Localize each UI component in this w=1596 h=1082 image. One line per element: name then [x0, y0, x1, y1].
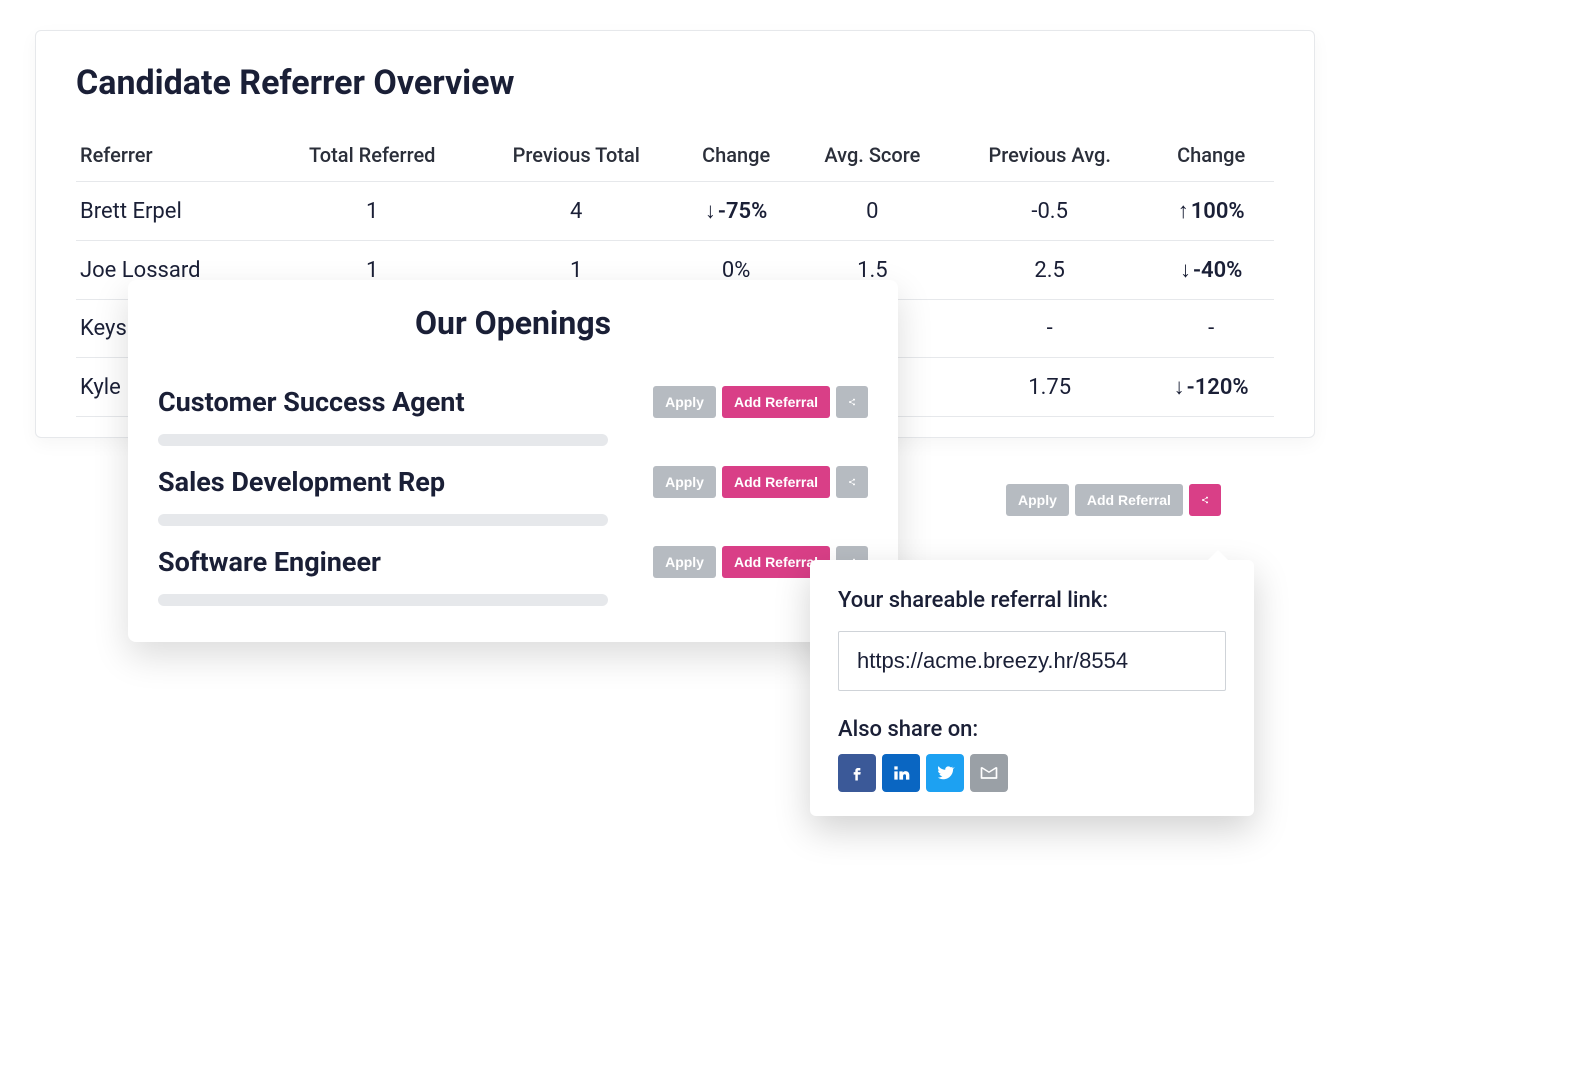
arrow-down-icon: ↓ — [1180, 257, 1191, 283]
col-referrer: Referrer — [76, 133, 270, 182]
share-icon — [848, 475, 856, 489]
share-link-popover: Your shareable referral link: Also share… — [810, 560, 1254, 816]
overview-title: Candidate Referrer Overview — [76, 63, 1274, 103]
linkedin-icon — [891, 763, 911, 783]
change-cell: ↑100% — [1148, 182, 1274, 241]
change-cell: ↓-40% — [1148, 241, 1274, 300]
table-cell: -0.5 — [951, 182, 1148, 241]
col-change-1: Change — [679, 133, 794, 182]
openings-title: Our Openings — [158, 304, 868, 342]
opening-name: Sales Development Rep — [158, 466, 445, 498]
arrow-up-icon: ↑ — [1178, 198, 1189, 224]
share-button[interactable] — [836, 466, 868, 498]
col-previous-avg: Previous Avg. — [951, 133, 1148, 182]
email-share-button[interactable] — [970, 754, 1008, 792]
add-referral-button[interactable]: Add Referral — [722, 386, 830, 418]
share-link-heading: Your shareable referral link: — [838, 588, 1226, 613]
opening-item: Software EngineerApplyAdd Referral — [158, 526, 868, 606]
opening-placeholder-bar — [158, 514, 608, 526]
table-row: Brett Erpel14↓-75%0-0.5↑100% — [76, 182, 1274, 241]
floating-actions: Apply Add Referral — [1006, 484, 1221, 516]
referral-link-input[interactable] — [838, 631, 1226, 691]
twitter-icon — [935, 763, 955, 783]
apply-button[interactable]: Apply — [653, 386, 716, 418]
opening-row: Sales Development Rep ApplyAdd Referral — [158, 446, 868, 498]
table-cell: 2.5 — [951, 241, 1148, 300]
table-cell: - — [951, 300, 1148, 358]
opening-name: Customer Success Agent — [158, 386, 465, 418]
table-cell: Brett Erpel — [76, 182, 270, 241]
share-icon — [848, 395, 856, 409]
apply-button[interactable]: Apply — [653, 466, 716, 498]
add-referral-button[interactable]: Add Referral — [1075, 484, 1183, 516]
linkedin-share-button[interactable] — [882, 754, 920, 792]
opening-row: Customer Success Agent ApplyAdd Referral — [158, 366, 868, 418]
table-cell: 4 — [474, 182, 679, 241]
twitter-share-button[interactable] — [926, 754, 964, 792]
col-previous-total: Previous Total — [474, 133, 679, 182]
facebook-icon — [847, 763, 867, 783]
also-share-label: Also share on: — [838, 717, 1226, 742]
our-openings-card: Our Openings Customer Success Agent Apply… — [128, 280, 898, 642]
arrow-down-icon: ↓ — [1174, 374, 1185, 400]
opening-placeholder-bar — [158, 594, 608, 606]
share-icon — [1201, 492, 1209, 508]
email-icon — [979, 763, 999, 783]
col-avg-score: Avg. Score — [794, 133, 951, 182]
arrow-down-icon: ↓ — [705, 198, 716, 224]
facebook-share-button[interactable] — [838, 754, 876, 792]
opening-name: Software Engineer — [158, 546, 381, 578]
apply-button[interactable]: Apply — [653, 546, 716, 578]
table-cell: 1 — [270, 182, 473, 241]
table-cell: 0 — [794, 182, 951, 241]
change-cell: ↓-75% — [679, 182, 794, 241]
opening-row: Software EngineerApplyAdd Referral — [158, 526, 868, 578]
change-cell: - — [1148, 300, 1274, 358]
opening-actions: ApplyAdd Referral — [653, 386, 868, 418]
opening-actions: ApplyAdd Referral — [653, 466, 868, 498]
social-share-row — [838, 754, 1226, 792]
share-button[interactable] — [836, 386, 868, 418]
table-cell: 1.75 — [951, 358, 1148, 417]
opening-item: Sales Development Rep ApplyAdd Referral — [158, 446, 868, 526]
share-button-active[interactable] — [1189, 484, 1221, 516]
table-header-row: Referrer Total Referred Previous Total C… — [76, 133, 1274, 182]
col-total-referred: Total Referred — [270, 133, 473, 182]
change-cell: ↓-120% — [1148, 358, 1274, 417]
apply-button[interactable]: Apply — [1006, 484, 1069, 516]
add-referral-button[interactable]: Add Referral — [722, 466, 830, 498]
col-change-2: Change — [1148, 133, 1274, 182]
opening-placeholder-bar — [158, 434, 608, 446]
opening-item: Customer Success Agent ApplyAdd Referral — [158, 366, 868, 446]
